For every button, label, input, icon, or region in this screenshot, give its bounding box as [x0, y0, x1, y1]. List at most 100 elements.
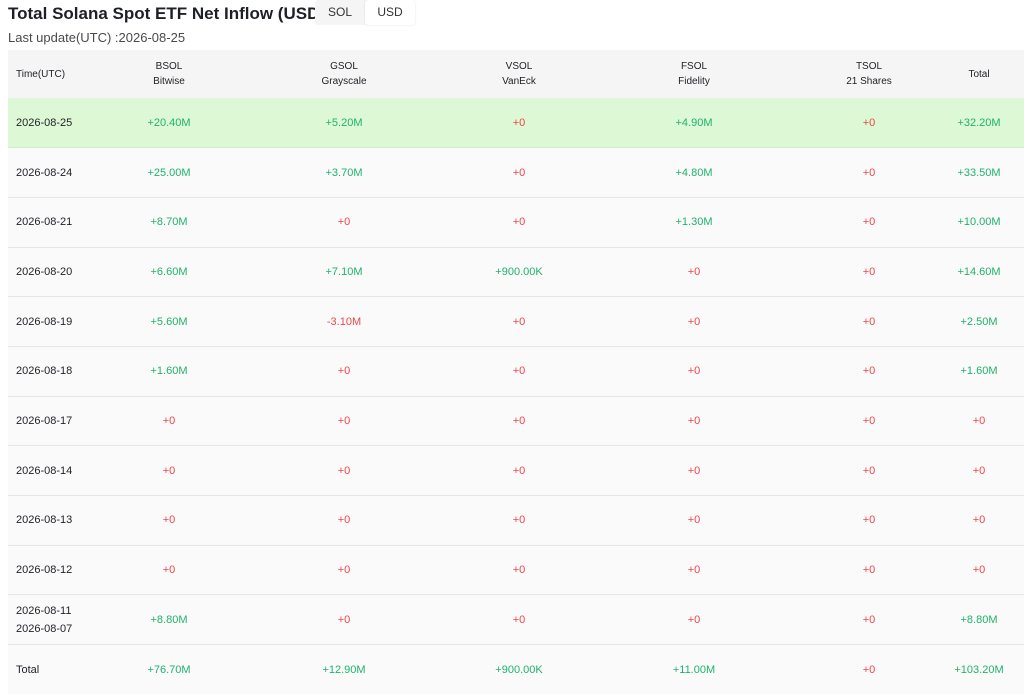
bsol-flow-cell: +0: [162, 564, 176, 577]
gsol-flow-cell: +0: [337, 365, 351, 378]
column-issuer: VanEck: [502, 76, 536, 87]
totals-row: Total +76.70M +12.90M +900.00K +11.00M +0 +103…: [8, 644, 1024, 695]
gsol-flow-cell: +3.70M: [325, 166, 363, 179]
gsol-flow-cell: +0: [337, 216, 351, 229]
tsol-flow-cell: +0: [862, 514, 876, 527]
table-row[interactable]: 2026-08-11 2026-08-07 +8.80M +0 +0 +0 +0 +8.80M: [8, 594, 1024, 645]
column-label: BSOL: [155, 61, 183, 72]
tsol-flow-cell: +0: [862, 365, 876, 378]
table-row[interactable]: 2026-08-19 +5.60M -3.10M +0 +0 +0 +2.50M: [8, 296, 1024, 347]
bsol-flow-cell: +25.00M: [147, 166, 191, 179]
vsol-flow-cell: +0: [512, 414, 526, 427]
column-label: FSOL: [680, 61, 708, 72]
bsol-flow-cell: +8.80M: [150, 613, 188, 626]
gsol-flow-cell: +5.20M: [325, 116, 363, 129]
table-header: Time(UTC) BSOL Bitwise GSOL Grayscale VSOL Van…: [8, 50, 1024, 98]
tsol-flow-cell: +0: [862, 414, 876, 427]
fsol-flow-cell: +0: [687, 564, 701, 577]
table-row[interactable]: 2026-08-14 +0 +0 +0 +0 +0 +0: [8, 445, 1024, 496]
date-text: 2026-08-24: [16, 166, 73, 179]
gsol-flow-cell: +0: [337, 514, 351, 527]
total-flow-cell: +33.50M: [957, 166, 1001, 179]
table-header-row: Time(UTC) BSOL Bitwise GSOL Grayscale VSOL Van…: [8, 50, 1024, 98]
etf-flow-table-container: Time(UTC) BSOL Bitwise GSOL Grayscale VSOL Van…: [8, 50, 1024, 695]
gsol-flow-cell: +0: [337, 564, 351, 577]
date-text: 2026-08-25: [16, 116, 73, 129]
table-row[interactable]: 2026-08-17 +0 +0 +0 +0 +0 +0: [8, 396, 1024, 446]
total-gsol-cell: +12.90M: [322, 663, 366, 676]
tsol-flow-cell: +0: [862, 116, 876, 129]
table-row[interactable]: 2026-08-21 +8.70M +0 +0 +1.30M +0 +10.00M: [8, 197, 1024, 248]
total-flow-cell: +0: [972, 464, 986, 477]
toggle-sol-button[interactable]: SOL: [315, 0, 365, 25]
bsol-flow-cell: +0: [162, 414, 176, 427]
table-row[interactable]: 2026-08-18 +1.60M +0 +0 +0 +0 +1.60M: [8, 346, 1024, 397]
total-vsol-cell: +900.00K: [495, 663, 543, 676]
total-total-cell: +103.20M: [954, 663, 1004, 676]
gsol-flow-cell: -3.10M: [326, 315, 362, 328]
column-label: Time(UTC): [16, 68, 66, 80]
column-header-fsol: FSOL Fidelity: [584, 50, 804, 98]
date-text: 2026-08-21: [16, 216, 73, 229]
column-label: Total: [968, 68, 990, 80]
last-update-text: Last update(UTC) :2026-08-25: [8, 30, 186, 45]
fsol-flow-cell: +0: [687, 365, 701, 378]
fsol-flow-cell: +0: [687, 265, 701, 278]
date-text: 2026-08-07: [16, 622, 73, 635]
tsol-flow-cell: +0: [862, 216, 876, 229]
total-flow-cell: +0: [972, 564, 986, 577]
table-row[interactable]: 2026-08-20 +6.60M +7.10M +900.00K +0 +0 +14.60…: [8, 247, 1024, 297]
date-cell: 2026-08-24: [8, 148, 104, 198]
fsol-flow-cell: +4.80M: [675, 166, 713, 179]
date-cell: 2026-08-13: [8, 496, 104, 546]
vsol-flow-cell: +0: [512, 564, 526, 577]
table-row[interactable]: 2026-08-13 +0 +0 +0 +0 +0 +0: [8, 495, 1024, 546]
date-cell: 2026-08-14: [8, 446, 104, 496]
vsol-flow-cell: +0: [512, 365, 526, 378]
date-text: 2026-08-14: [16, 464, 73, 477]
date-text: 2026-08-18: [16, 365, 73, 378]
date-text: 2026-08-13: [16, 514, 73, 527]
date-cell: 2026-08-18: [8, 346, 104, 396]
tsol-flow-cell: +0: [862, 464, 876, 477]
column-label: TSOL: [855, 61, 883, 72]
date-cell: 2026-08-19: [8, 297, 104, 347]
date-text: 2026-08-17: [16, 414, 73, 427]
date-text: 2026-08-12: [16, 564, 73, 577]
bsol-flow-cell: +5.60M: [150, 315, 188, 328]
date-text: 2026-08-19: [16, 315, 73, 328]
date-text: 2026-08-11: [16, 604, 72, 617]
etf-flow-table: Time(UTC) BSOL Bitwise GSOL Grayscale VSOL Van…: [8, 50, 1024, 695]
vsol-flow-cell: +0: [512, 216, 526, 229]
bsol-flow-cell: +0: [162, 464, 176, 477]
date-cell: 2026-08-21: [8, 197, 104, 247]
total-tsol-cell: +0: [862, 663, 876, 676]
toggle-usd-button[interactable]: USD: [365, 0, 415, 25]
column-label: VSOL: [505, 61, 533, 72]
unit-toggle: SOL USD: [315, 0, 415, 25]
fsol-flow-cell: +1.30M: [675, 216, 713, 229]
table-row[interactable]: 2026-08-24 +25.00M +3.70M +0 +4.80M +0 +33.50M: [8, 147, 1024, 198]
gsol-flow-cell: +0: [337, 464, 351, 477]
column-header-total: Total: [934, 50, 1024, 98]
bsol-flow-cell: +8.70M: [150, 216, 188, 229]
totals-label: Total: [16, 663, 40, 676]
vsol-flow-cell: +0: [512, 464, 526, 477]
tsol-flow-cell: +0: [862, 613, 876, 626]
date-cell: 2026-08-25: [8, 98, 104, 148]
column-issuer: Bitwise: [153, 76, 185, 87]
vsol-flow-cell: +0: [512, 315, 526, 328]
total-flow-cell: +32.20M: [957, 116, 1001, 129]
vsol-flow-cell: +0: [512, 514, 526, 527]
total-flow-cell: +1.60M: [960, 365, 998, 378]
vsol-flow-cell: +0: [512, 116, 526, 129]
date-cell: 2026-08-17: [8, 396, 104, 446]
column-header-bsol: BSOL Bitwise: [104, 50, 234, 98]
column-header-time: Time(UTC): [8, 50, 104, 98]
vsol-flow-cell: +0: [512, 166, 526, 179]
table-row[interactable]: 2026-08-25 +20.40M +5.20M +0 +4.90M +0 +32.20M: [8, 98, 1024, 148]
date-cell: 2026-08-11 2026-08-07: [8, 595, 104, 645]
table-row[interactable]: 2026-08-12 +0 +0 +0 +0 +0 +0: [8, 545, 1024, 595]
total-flow-cell: +0: [972, 414, 986, 427]
fsol-flow-cell: +0: [687, 315, 701, 328]
